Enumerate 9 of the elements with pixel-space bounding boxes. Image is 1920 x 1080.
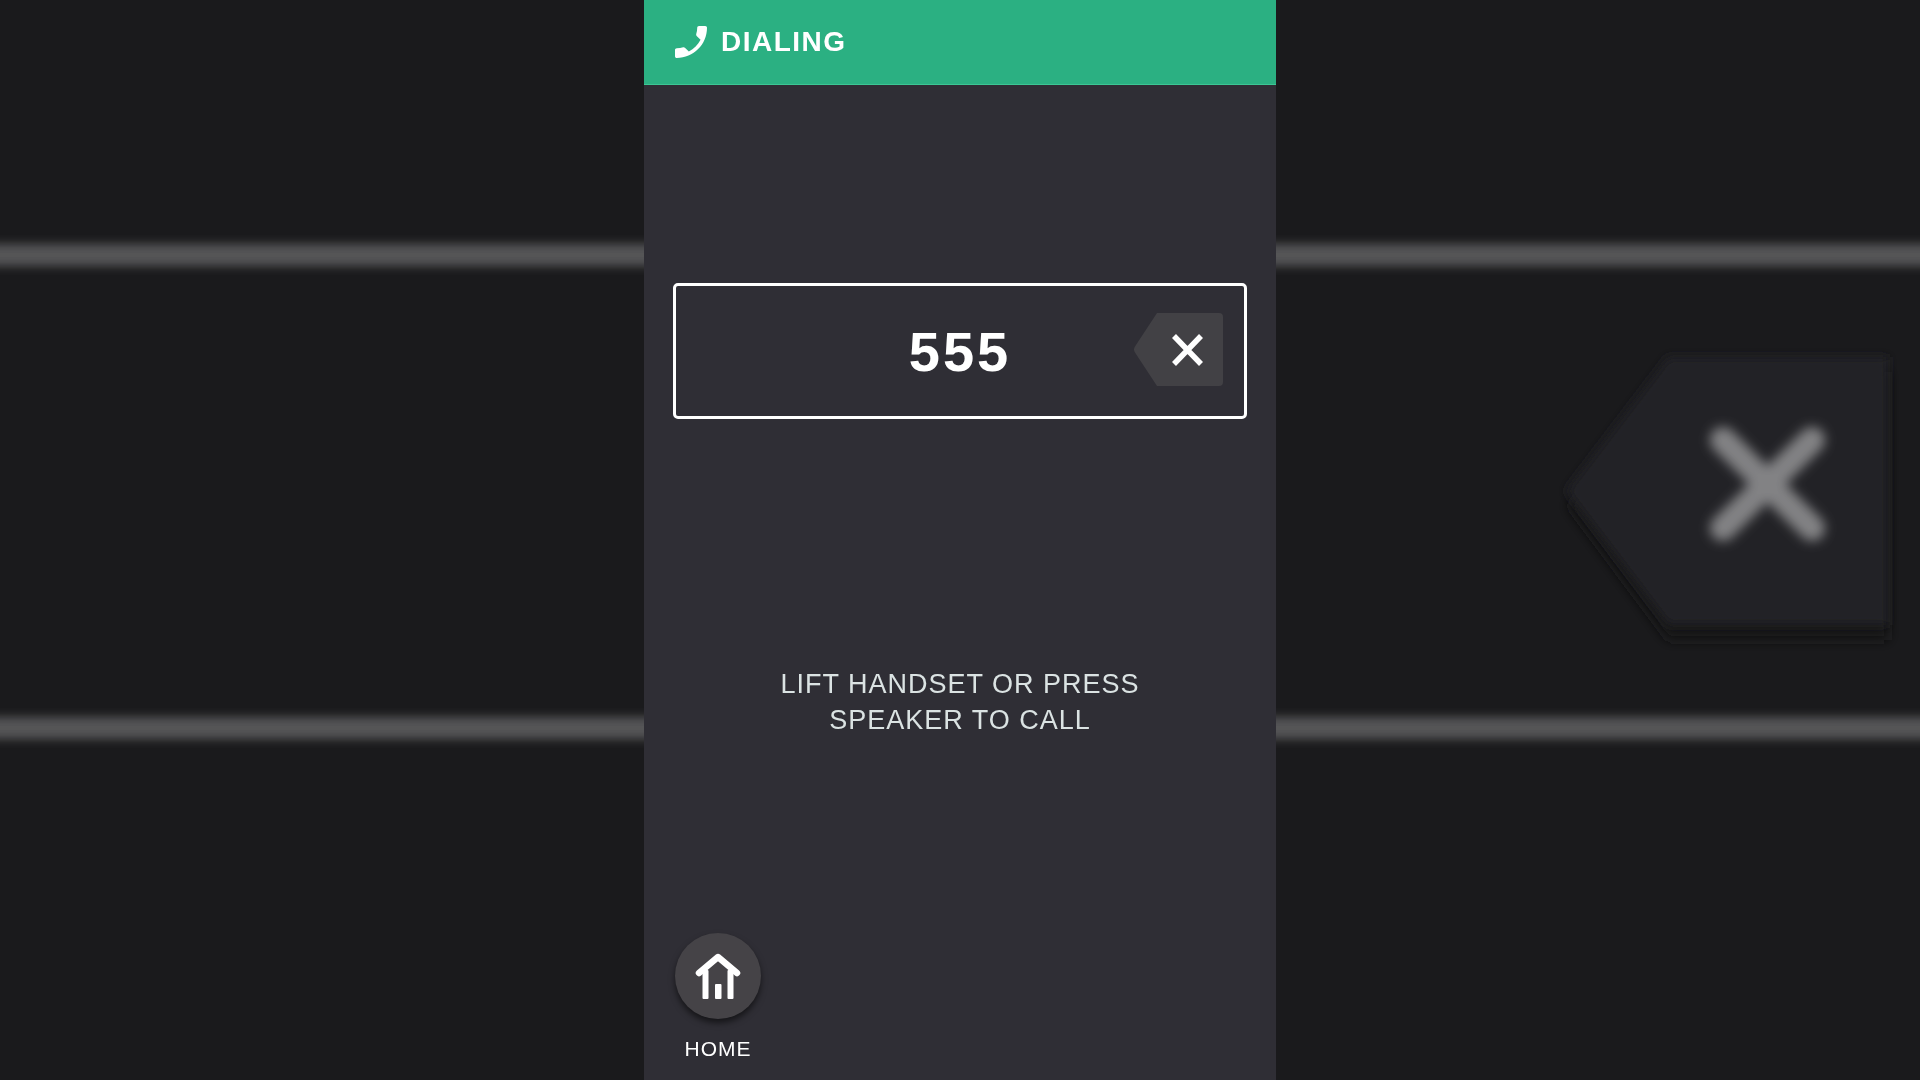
number-field[interactable]: 555 — [673, 283, 1247, 419]
phone-icon — [675, 26, 707, 58]
screen-title: DIALING — [721, 28, 847, 56]
home-icon — [694, 953, 742, 999]
backspace-icon — [1133, 313, 1223, 386]
call-instructions: LIFT HANDSET OR PRESS SPEAKER TO CALL — [779, 668, 1141, 737]
home-label: HOME — [684, 1037, 752, 1061]
backspace-button[interactable] — [1133, 313, 1223, 386]
home-button[interactable] — [675, 933, 761, 1019]
